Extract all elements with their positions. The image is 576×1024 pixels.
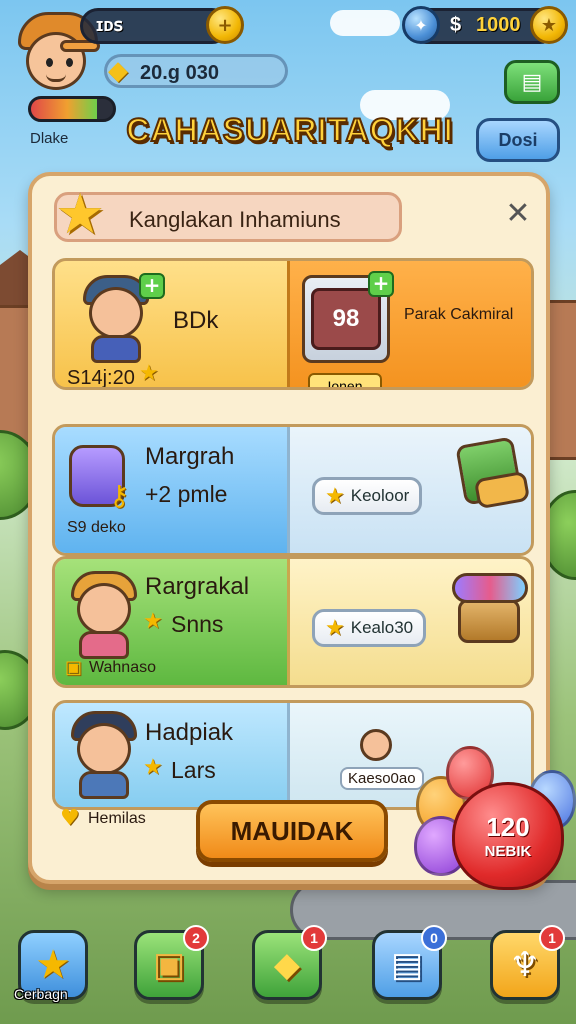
- offer-2-buy-button[interactable]: ★ Keoloor: [312, 477, 423, 515]
- offer-2-name: Margrah: [145, 443, 235, 470]
- avatar-eye: [46, 58, 53, 67]
- offer-1-right-button-label: Ionen: [327, 378, 363, 390]
- offer-2-foot: S9 deko: [67, 519, 126, 536]
- offer-card-2[interactable]: ⚷ Margrah +2 pmle S9 deko ★ Keoloor: [52, 424, 534, 556]
- ticket-icon: ◆: [273, 945, 301, 985]
- level-progress-fill: [31, 99, 97, 119]
- offer-1-right-name: Parak Cakmiral: [404, 306, 514, 323]
- star-icon: ★: [55, 182, 106, 247]
- add-icon[interactable]: +: [368, 271, 394, 297]
- offer-3-foot: Wahnaso: [89, 659, 156, 676]
- heart-icon: ♥: [60, 806, 80, 831]
- offer-2-left: ⚷ Margrah +2 pmle S9 deko: [55, 427, 287, 553]
- character-head: [77, 723, 131, 775]
- reward-balloon[interactable]: 120 NEBIK: [452, 782, 564, 890]
- offer-3-name: Rargrakal: [145, 573, 250, 600]
- character-boy-icon: [63, 569, 143, 659]
- header-right-button[interactable]: Dosi: [476, 118, 560, 162]
- wallet-icon[interactable]: ✦: [402, 6, 440, 44]
- character-head: [89, 287, 143, 339]
- star-icon: ★: [143, 755, 163, 780]
- close-icon[interactable]: ✕: [502, 198, 534, 230]
- character-body: [79, 631, 129, 659]
- game-title: CAHASUARITAQKHI: [125, 111, 454, 149]
- offer-1-name: BDk: [173, 307, 219, 334]
- offer-3-right: ★ Kealo30: [287, 559, 531, 685]
- offer-3-left: Rargrakal ★ Snns ▣ Wahnaso: [55, 559, 287, 685]
- star-icon: ★: [143, 609, 163, 634]
- character-body: [91, 335, 141, 363]
- nav-cash-button[interactable]: ▤ 0: [372, 925, 447, 1000]
- main-buy-button-label: MAUIDAK: [230, 815, 354, 846]
- offer-2-right: ★ Keoloor: [287, 427, 531, 553]
- cash-icon: ▤: [390, 945, 424, 985]
- ice-cream-icon: ♆: [509, 945, 541, 985]
- offer-1-right-button[interactable]: Ionen: [308, 373, 382, 390]
- shop-map-button[interactable]: ▤: [504, 60, 560, 104]
- offer-card-3[interactable]: Rargrakal ★ Snns ▣ Wahnaso ★ Kealo30: [52, 556, 534, 688]
- avatar-eye: [66, 58, 73, 67]
- offer-card-1[interactable]: + BDk S14j:20 ★ 98 + Parak Cakmiral Ione…: [52, 258, 534, 390]
- map-icon: ▤: [521, 69, 543, 95]
- offer-1-left: + BDk S14j:20 ★: [55, 261, 287, 387]
- nav-tickets-button[interactable]: ◆ 1: [252, 925, 327, 1000]
- chest-icon: 98: [311, 288, 381, 350]
- gems-amount: 20.g 030: [140, 62, 219, 84]
- offer-2-buy-label: Keoloor: [350, 486, 410, 505]
- nav-chest-button[interactable]: ▣ 2: [134, 925, 209, 1000]
- nav-ice-cream-button[interactable]: ♆ 1: [490, 925, 565, 1000]
- level-progress-bar: [28, 96, 116, 122]
- treasure-crate-icon: [458, 599, 520, 643]
- offer-3-buy-button[interactable]: ★ Kealo30: [312, 609, 427, 647]
- notification-badge: 1: [301, 925, 327, 951]
- offer-2-sub: +2 pmle: [145, 481, 228, 507]
- star-icon: ★: [325, 483, 345, 508]
- offer-1-right: 98 + Parak Cakmiral Ionen: [287, 261, 531, 387]
- star-icon: ★: [35, 942, 71, 988]
- box-icon: ▣: [65, 657, 83, 678]
- player-currency-text: ɪᴅꜱ: [96, 15, 124, 35]
- nav-home-label: Cerbagn: [14, 986, 68, 1002]
- offer-4-sub: Lars: [171, 757, 216, 783]
- panel-title: Kanglakan Inhamiuns: [129, 207, 341, 232]
- add-icon[interactable]: +: [139, 273, 165, 299]
- notification-badge: 1: [539, 925, 565, 951]
- notification-badge: 0: [421, 925, 447, 951]
- star-icon: ★: [325, 615, 345, 640]
- panel-header: ★ Kanglakan Inhamiuns: [54, 185, 402, 245]
- offer-3-sub: Snns: [171, 611, 224, 637]
- mascot-icon: [360, 729, 392, 761]
- gem-icon: ◆: [108, 56, 128, 86]
- offer-3-buy-label: Kealo30: [350, 618, 414, 637]
- add-currency-coin-icon[interactable]: +: [206, 6, 244, 44]
- offer-4-name: Hadpiak: [145, 719, 234, 746]
- chest-icon: ▣: [152, 945, 186, 985]
- notification-badge: 2: [183, 925, 209, 951]
- offer-4-foot: Hemilas: [88, 810, 146, 827]
- add-gold-coin-icon[interactable]: ★: [530, 6, 568, 44]
- chest-item-price: 98: [332, 305, 360, 332]
- offer-4-side-label: Kaeso0ao: [340, 767, 424, 790]
- reward-balloon-value: 120: [486, 812, 530, 842]
- offer-4-left: Hadpiak ★ Lars: [55, 703, 287, 807]
- reward-balloon-label: NEBIK: [484, 843, 532, 860]
- gold-amount: 1000: [476, 14, 521, 36]
- character-hero-icon: [63, 709, 143, 799]
- main-buy-button[interactable]: MAUIDAK: [196, 800, 388, 862]
- header-right-button-label: Dosi: [498, 129, 538, 150]
- offer-1-price: S14j:20: [67, 367, 135, 389]
- gold-symbol: $: [450, 14, 462, 36]
- star-icon: ★: [139, 361, 159, 386]
- cloud: [330, 10, 400, 36]
- character-head: [77, 583, 131, 635]
- gem-coins-icon: [452, 573, 528, 603]
- character-body: [79, 771, 129, 799]
- key-icon: ⚷: [109, 479, 130, 512]
- player-name: Dlake: [30, 130, 69, 147]
